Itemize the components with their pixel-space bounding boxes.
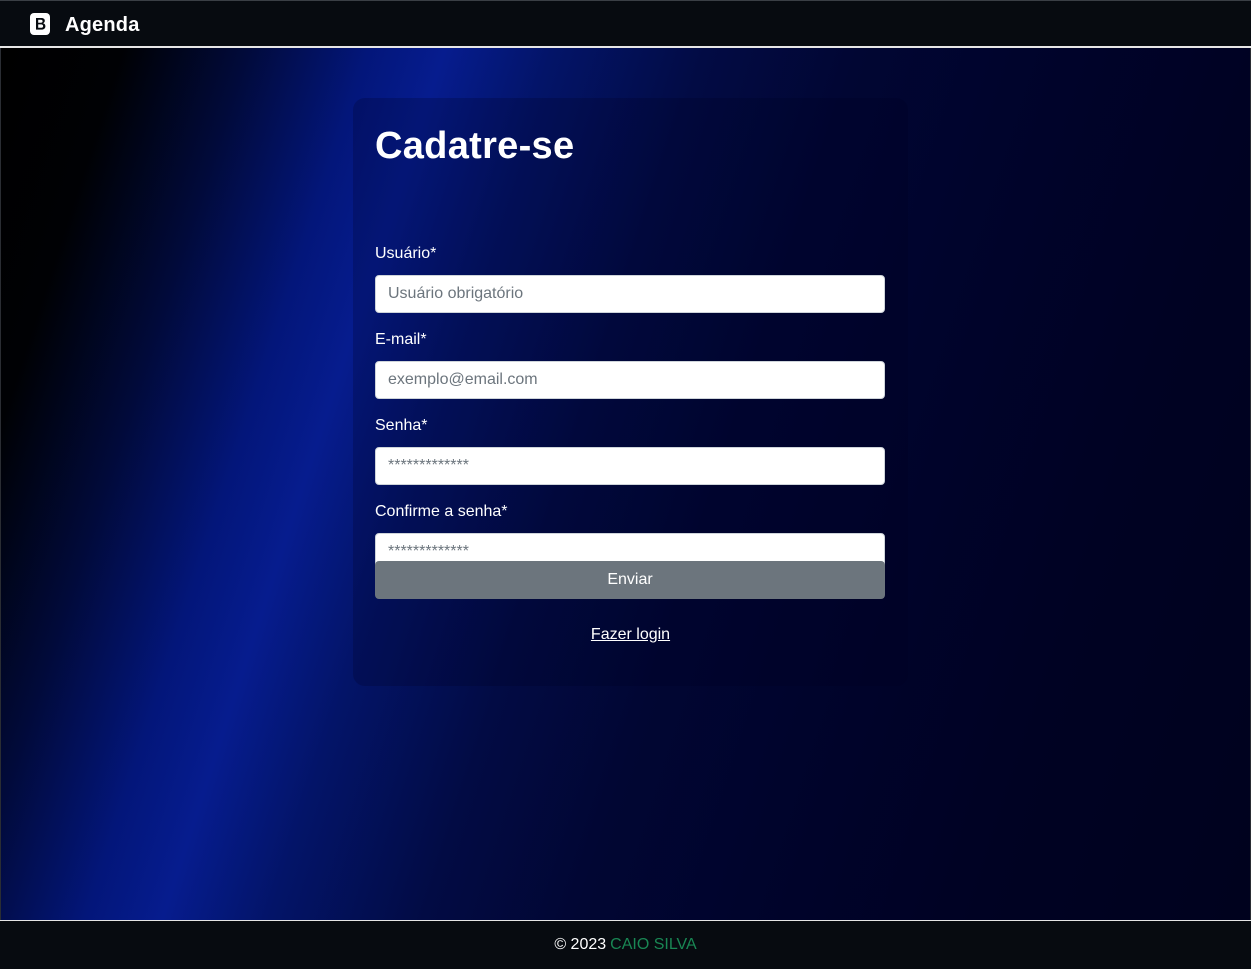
password-input[interactable] <box>375 447 885 485</box>
copyright-text: © 2023 <box>554 936 607 953</box>
password-label: Senha* <box>375 417 428 434</box>
username-label: Usuário* <box>375 245 437 262</box>
email-input[interactable] <box>375 361 885 399</box>
main-content: Cadatre-se Usuário* E-mail* Senha* Confi… <box>0 48 1251 920</box>
confirm-password-label: Confirme a senha* <box>375 503 508 520</box>
page-footer: © 2023 CAIO SILVA <box>0 920 1251 969</box>
top-navbar: Agenda <box>0 0 1251 48</box>
bootstrap-logo-icon[interactable] <box>30 13 50 35</box>
username-input[interactable] <box>375 275 885 313</box>
login-link[interactable]: Fazer login <box>353 626 908 644</box>
form-title: Cadatre-se <box>375 125 575 167</box>
signup-form: Cadatre-se Usuário* E-mail* Senha* Confi… <box>353 98 908 686</box>
email-label: E-mail* <box>375 331 427 348</box>
author-name: CAIO SILVA <box>610 936 697 953</box>
submit-button[interactable]: Enviar <box>375 561 885 599</box>
brand-title[interactable]: Agenda <box>65 14 140 37</box>
